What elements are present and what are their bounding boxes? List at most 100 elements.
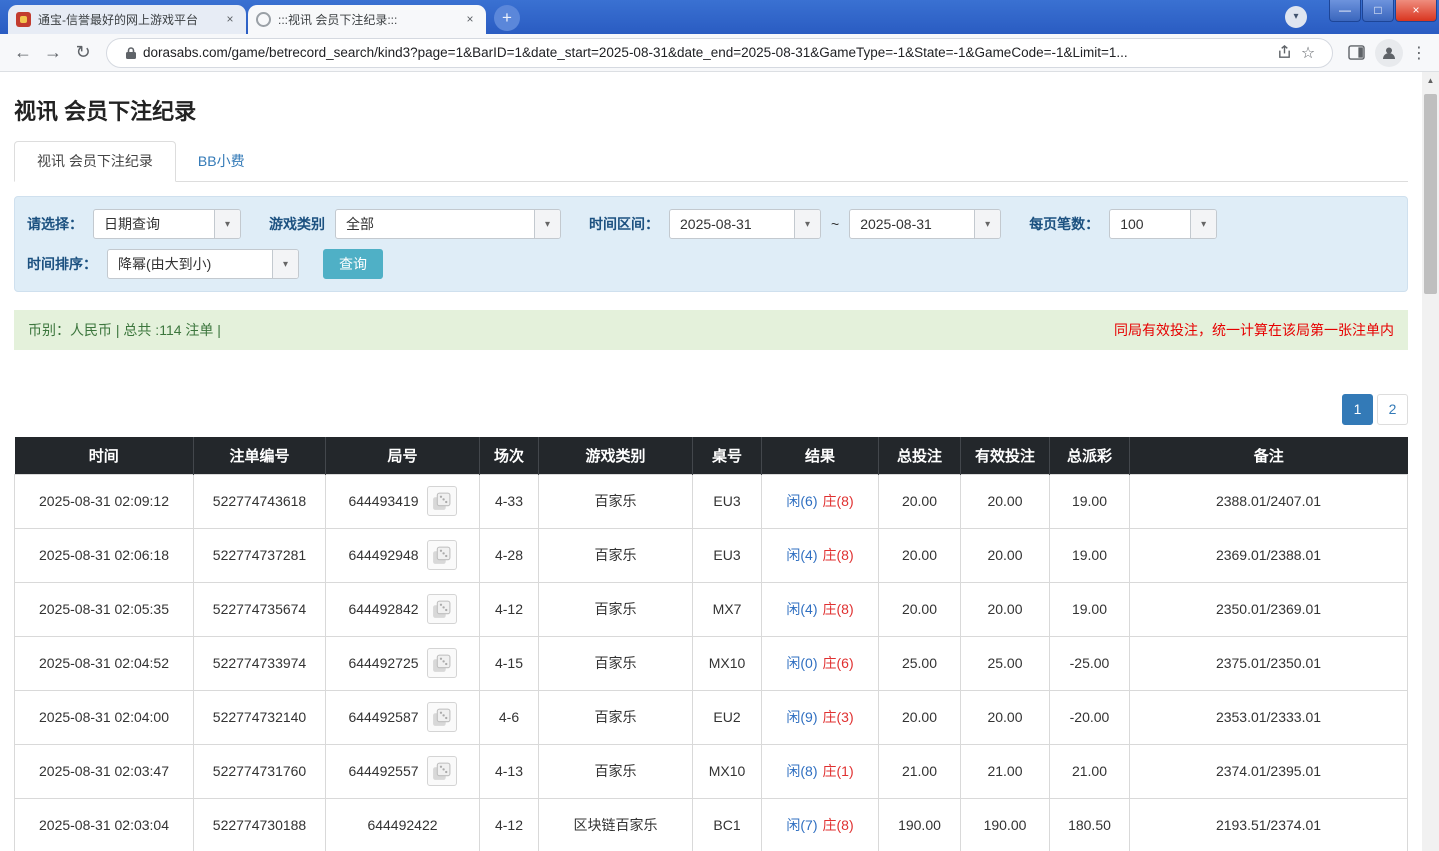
search-button[interactable]: 查询 [323,249,383,279]
column-header: 注单编号 [193,437,326,474]
tab-bet-records[interactable]: 视讯 会员下注纪录 [14,141,176,182]
chevron-down-icon[interactable]: ▾ [1190,210,1217,238]
refresh-icon[interactable]: ↻ [68,38,98,68]
total-bet-link[interactable]: 20.00 [878,581,961,637]
column-header: 局号 [325,437,480,474]
game-category: 百家乐 [538,527,693,583]
minimize-button[interactable]: — [1329,0,1361,22]
scrollbar-thumb[interactable] [1424,94,1437,294]
result-banker: 庄(8) [822,547,854,563]
column-header: 时间 [14,437,194,474]
valid-bet: 25.00 [960,635,1050,691]
result: 闲(0) 庄(6) [761,635,879,691]
scroll-up-icon[interactable]: ▲ [1422,72,1439,89]
back-icon[interactable]: ← [8,38,38,68]
total-bet-link[interactable]: 20.00 [878,473,961,529]
maximize-button[interactable]: □ [1362,0,1394,22]
chevron-down-icon[interactable]: ▾ [534,210,560,238]
result-player: 闲(7) [786,817,818,833]
total-bet-link[interactable]: 190.00 [878,797,961,851]
browser-tab-1[interactable]: 通宝-信誉最好的网上游戏平台 × [8,5,246,34]
sort-label: 时间排序： [27,256,97,272]
replay-dice-icon[interactable] [426,486,457,516]
table-number: MX10 [692,743,762,799]
valid-bet: 20.00 [960,689,1050,745]
tab-search-chevron-icon[interactable]: ▾ [1285,6,1307,28]
note-balance: 2353.01/2333.01 [1129,689,1408,745]
result: 闲(6) 庄(8) [761,473,879,529]
total-payout: -20.00 [1049,689,1130,745]
browser-toolbar: ← → ↻ dorasabs.com/game/betrecord_search… [0,34,1439,72]
select-type-label: 请选择： [27,216,83,232]
date-end-select[interactable]: 2025-08-31 ▾ [849,209,1002,239]
new-tab-button[interactable]: + [494,5,520,31]
round-number: 644492557 [348,763,419,779]
chevron-down-icon[interactable]: ▾ [214,210,240,238]
note-balance: 2369.01/2388.01 [1129,527,1408,583]
side-panel-icon[interactable] [1341,38,1371,68]
table-row: 2025-08-31 02:05:35 522774735674 644492842… [14,581,1408,637]
bet-time: 2025-08-31 02:09:12 [14,473,194,529]
replay-dice-icon[interactable] [426,648,457,678]
close-button[interactable]: × [1395,0,1437,22]
notice-text: 同局有效投注，统一计算在该局第一张注单内 [1114,322,1394,338]
total-bet-link[interactable]: 21.00 [878,743,961,799]
chevron-down-icon[interactable]: ▾ [272,250,298,278]
round-number: 644492587 [348,709,419,725]
game-type-select[interactable]: 全部 ▾ [335,209,561,239]
result-banker: 庄(6) [822,655,854,671]
page-scrollbar[interactable]: ▲ [1422,72,1439,851]
round-id: 644492587 [325,689,480,745]
date-start-select[interactable]: 2025-08-31 ▾ [669,209,821,239]
bet-table-body: 2025-08-31 02:09:12 522774743618 644493419… [14,473,1408,851]
result-banker: 庄(3) [822,709,854,725]
window-controls: — □ × [1328,0,1437,22]
replay-dice-icon[interactable] [426,756,457,786]
tab-close-icon[interactable]: × [222,12,238,28]
summary-bar: 币别：人民币 | 总共 :114 注单 | 同局有效投注，统一计算在该局第一张注… [14,310,1408,350]
chevron-down-icon[interactable]: ▾ [794,210,820,238]
result-banker: 庄(8) [822,817,854,833]
game-category: 百家乐 [538,635,693,691]
total-payout: 180.50 [1049,797,1130,851]
pagination: 12 [14,394,1408,425]
replay-dice-icon[interactable] [426,540,457,570]
session-number: 4-12 [479,581,539,637]
bet-time: 2025-08-31 02:05:35 [14,581,194,637]
replay-dice-icon[interactable] [426,702,457,732]
per-page-select[interactable]: 100 ▾ [1109,209,1218,239]
table-header-row: 时间 注单编号 局号 场次 游戏类别 桌号 结果 总投注 有效投注 总派彩 备注 [14,437,1408,474]
url-text: dorasabs.com/game/betrecord_search/kind3… [143,45,1128,60]
page-button-2[interactable]: 2 [1377,394,1408,425]
total-bet-link[interactable]: 25.00 [878,635,961,691]
tab-bb-tips[interactable]: BB小费 [176,142,267,181]
game-category: 百家乐 [538,743,693,799]
table-row: 2025-08-31 02:04:52 522774733974 644492725… [14,635,1408,691]
query-type-select[interactable]: 日期查询 ▾ [93,209,241,239]
chevron-down-icon[interactable]: ▾ [974,210,1001,238]
browser-tab-2[interactable]: :::视讯 会员下注纪录::: × [248,5,486,34]
note-balance: 2374.01/2395.01 [1129,743,1408,799]
column-header: 桌号 [692,437,762,474]
profile-avatar[interactable] [1375,38,1403,67]
forward-icon[interactable]: → [38,38,68,68]
sort-select[interactable]: 降幂(由大到小) ▾ [107,249,299,279]
total-bet-link[interactable]: 20.00 [878,527,961,583]
bookmark-star-icon[interactable]: ☆ [1296,41,1320,65]
column-header: 场次 [479,437,539,474]
session-number: 4-33 [479,473,539,529]
total-bet-link[interactable]: 20.00 [878,689,961,745]
date-range-label: 时间区间： [589,216,659,232]
address-bar[interactable]: dorasabs.com/game/betrecord_search/kind3… [106,37,1333,68]
replay-dice-icon[interactable] [426,594,457,624]
bet-time: 2025-08-31 02:04:52 [14,635,194,691]
share-icon[interactable] [1272,41,1296,65]
page-button-1[interactable]: 1 [1342,394,1373,425]
table-row: 2025-08-31 02:09:12 522774743618 644493419… [14,473,1408,529]
table-number: EU3 [692,527,762,583]
browser-menu-icon[interactable]: ⋮ [1407,43,1431,63]
result-banker: 庄(8) [822,601,854,617]
valid-bet: 20.00 [960,581,1050,637]
bet-id: 522774733974 [193,635,326,691]
tab-close-icon[interactable]: × [462,12,478,28]
